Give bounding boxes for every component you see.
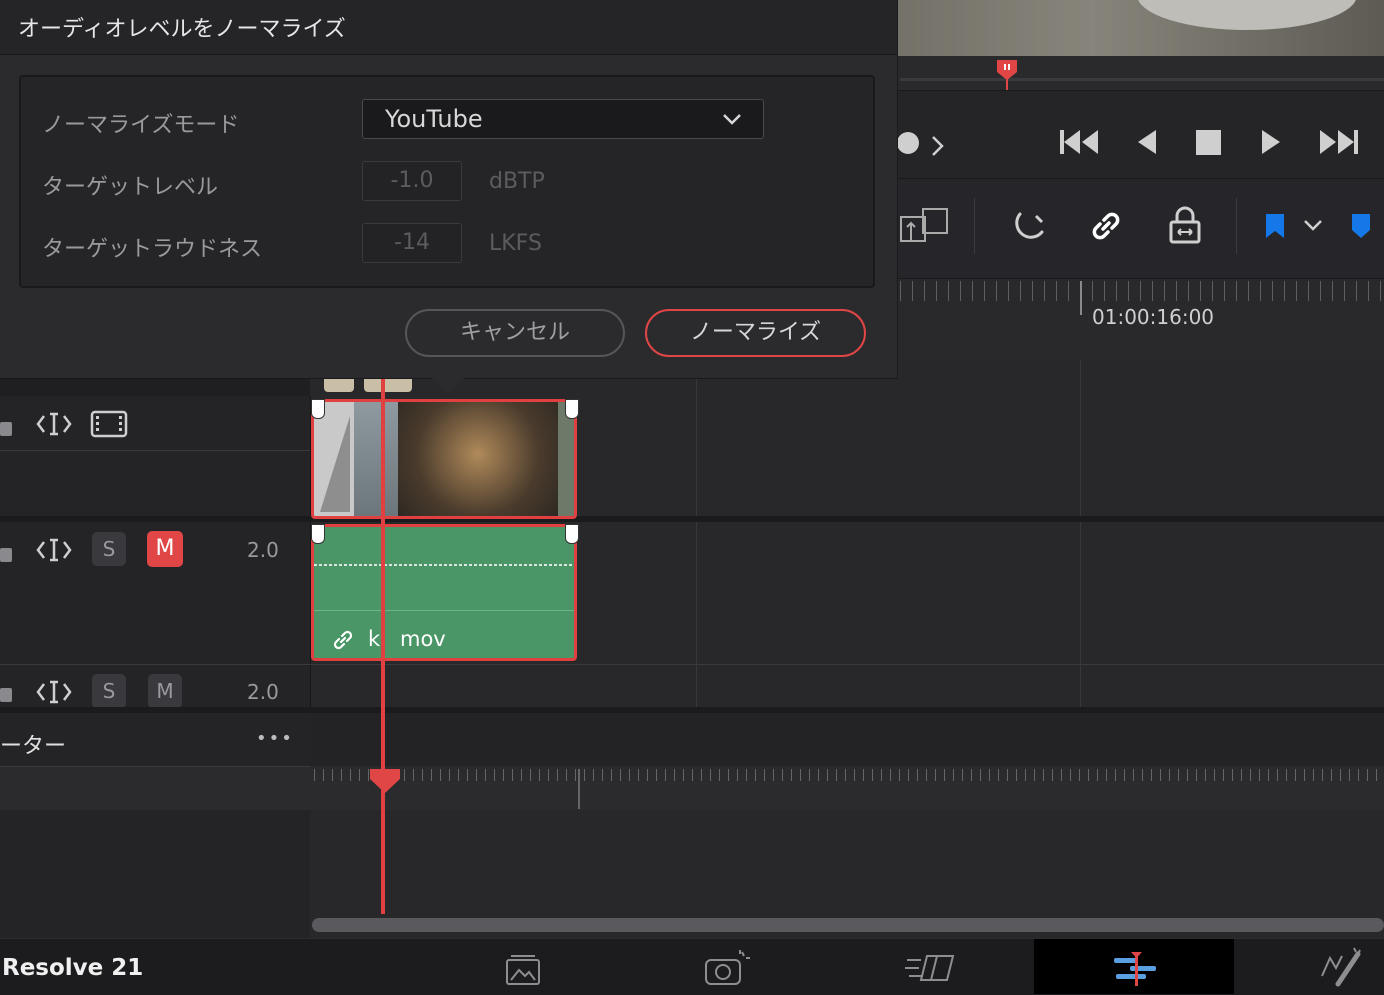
lock-icon[interactable] <box>0 678 14 704</box>
audio-clip[interactable]: k mov <box>311 524 577 661</box>
target-loudness-label: ターゲットラウドネス <box>42 237 263 262</box>
audio-channels: 2.0 <box>247 538 279 562</box>
target-level-unit: dBTP <box>489 169 545 194</box>
solo-button[interactable]: S <box>92 674 126 708</box>
dialog-title-bar: オーディオレベルをノーマライズ <box>0 0 897 55</box>
target-level-label: ターゲットレベル <box>42 175 219 200</box>
chevron-down-icon <box>723 114 741 125</box>
timeline-playhead[interactable] <box>381 376 385 914</box>
viewer-image <box>897 0 1384 56</box>
viewer-scrub-track[interactable] <box>900 78 1384 81</box>
auto-select-icon[interactable] <box>36 678 72 706</box>
video-clip[interactable] <box>311 399 577 519</box>
target-loudness-unit: LKFS <box>489 231 542 256</box>
toolbar-divider <box>1236 198 1237 254</box>
play-reverse-icon[interactable] <box>1134 127 1160 157</box>
mode-select[interactable]: YouTube <box>362 99 764 139</box>
clip-trim-handle[interactable] <box>565 524 579 544</box>
mini-range-marker <box>578 769 580 809</box>
solo-button[interactable]: S <box>92 532 126 566</box>
normalize-button[interactable]: ノーマライズ <box>645 309 866 357</box>
viewer-scrub-bar[interactable] <box>897 56 1384 90</box>
audio-channels: 2.0 <box>247 680 279 704</box>
lock-icon[interactable] <box>0 538 14 564</box>
linked-selection-icon[interactable] <box>1086 206 1126 246</box>
link-icon <box>333 630 353 650</box>
film-strip-icon[interactable] <box>90 410 128 438</box>
app-name: Resolve 21 <box>2 955 144 981</box>
jog-dot-icon[interactable] <box>897 132 919 154</box>
timeline-scrollbar[interactable] <box>312 918 1384 932</box>
track-separator <box>0 450 310 451</box>
auto-select-icon[interactable] <box>36 536 72 564</box>
timeline-grid-line <box>696 360 697 710</box>
cut-page-icon[interactable] <box>702 948 752 988</box>
mode-select-value: YouTube <box>385 105 483 133</box>
skip-end-icon[interactable] <box>1316 127 1360 157</box>
target-level-input[interactable]: -1.0 <box>362 161 462 201</box>
mini-ruler-ticks <box>314 769 1384 781</box>
cancel-button[interactable]: キャンセル <box>405 309 625 357</box>
ruler-timecode: 01:00:16:00 <box>1092 305 1215 329</box>
mixer-strip <box>310 713 1384 766</box>
fairlight-page-icon[interactable] <box>1110 948 1162 988</box>
viewer-playhead-icon[interactable] <box>995 58 1019 94</box>
lock-icon[interactable] <box>0 412 14 438</box>
skip-start-icon[interactable] <box>1058 127 1102 157</box>
clip-trim-handle[interactable] <box>565 399 579 419</box>
audio-clip-name: k <box>368 627 381 651</box>
mini-ruler-header <box>0 767 311 810</box>
marker-icon[interactable] <box>1350 212 1374 242</box>
edit-page-icon[interactable] <box>903 950 957 986</box>
more-options-icon[interactable]: ••• <box>256 728 294 749</box>
timeline-ruler-ticks <box>900 281 1384 301</box>
lower-left-panel <box>0 810 311 938</box>
auto-select-icon[interactable] <box>36 410 72 438</box>
snapping-icon[interactable] <box>1008 208 1048 248</box>
stop-icon[interactable] <box>1194 128 1224 156</box>
position-lock-icon[interactable] <box>1166 206 1206 246</box>
audio-clip-extension: mov <box>400 627 446 651</box>
toolbar-divider <box>974 198 975 254</box>
replace-clip-icon[interactable] <box>897 205 955 247</box>
clip-trim-handle[interactable] <box>311 524 325 544</box>
dialog-pointer <box>430 376 466 394</box>
dialog-title: オーディオレベルをノーマライズ <box>18 17 346 42</box>
target-loudness-input[interactable]: -14 <box>362 223 462 263</box>
media-page-icon[interactable] <box>503 952 543 988</box>
mini-playhead-icon[interactable] <box>368 767 402 795</box>
mixer-label: ーター <box>0 734 67 759</box>
chevron-down-icon[interactable] <box>1302 218 1324 234</box>
mute-button[interactable]: M <box>148 674 182 708</box>
mode-label: ノーマライズモード <box>42 113 240 138</box>
flag-icon[interactable] <box>1264 212 1288 242</box>
clip-trim-handle[interactable] <box>311 399 325 419</box>
mute-button[interactable]: M <box>147 531 183 567</box>
play-icon[interactable] <box>1258 127 1284 157</box>
timeline-grid-line <box>1080 360 1081 710</box>
ruler-major-tick <box>1080 281 1082 315</box>
chevron-right-icon[interactable] <box>930 134 946 158</box>
fusion-page-icon[interactable] <box>1318 946 1364 988</box>
